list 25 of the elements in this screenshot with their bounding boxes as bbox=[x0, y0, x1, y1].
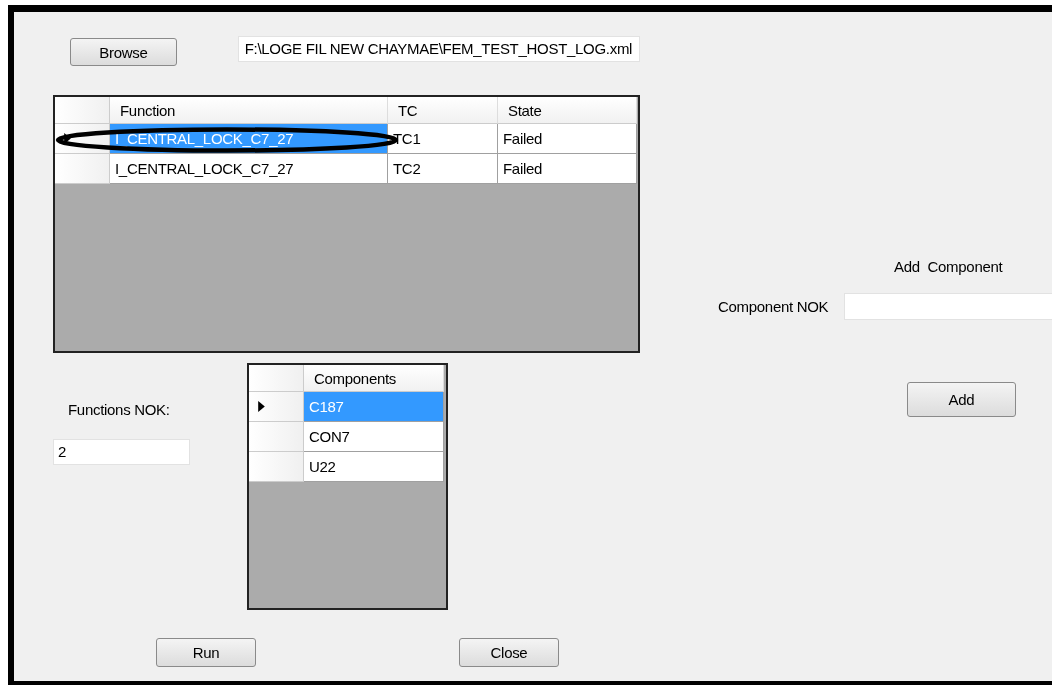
component-nok-label: Component NOK bbox=[718, 298, 829, 315]
table-cell: TC1 bbox=[388, 124, 498, 154]
file-path-field[interactable]: F:\LOGE FIL NEW CHAYMAE\FEM_TEST_HOST_LOG.xml bbox=[237, 36, 640, 62]
row-pointer-icon bbox=[258, 401, 265, 412]
column-header[interactable]: Components bbox=[304, 365, 444, 392]
component-nok-field[interactable] bbox=[844, 293, 1052, 320]
column-header[interactable]: State bbox=[498, 97, 637, 124]
row-pointer-icon bbox=[64, 133, 71, 144]
table-cell: TC2 bbox=[388, 154, 498, 184]
dialog-button[interactable]: Close bbox=[459, 638, 559, 667]
column-header[interactable]: TC bbox=[388, 97, 498, 124]
functions-nok-field[interactable]: 2 bbox=[53, 439, 190, 465]
table-cell: C187 bbox=[304, 392, 444, 422]
add-button[interactable]: Add bbox=[907, 382, 1016, 417]
table-cell: U22 bbox=[304, 452, 444, 482]
table-cell: I_CENTRAL_LOCK_C7_27 bbox=[110, 154, 388, 184]
table-cell: Failed bbox=[498, 124, 637, 154]
table-cell: CON7 bbox=[304, 422, 444, 452]
dialog-button[interactable]: Run bbox=[156, 638, 256, 667]
add-component-title: Add Component bbox=[894, 258, 1003, 275]
functions-nok-label: Functions NOK: bbox=[68, 401, 171, 418]
column-header[interactable]: Function bbox=[110, 97, 388, 124]
table-cell: Failed bbox=[498, 154, 637, 184]
browse-button[interactable]: Browse bbox=[70, 38, 177, 66]
row-header[interactable] bbox=[249, 392, 304, 422]
